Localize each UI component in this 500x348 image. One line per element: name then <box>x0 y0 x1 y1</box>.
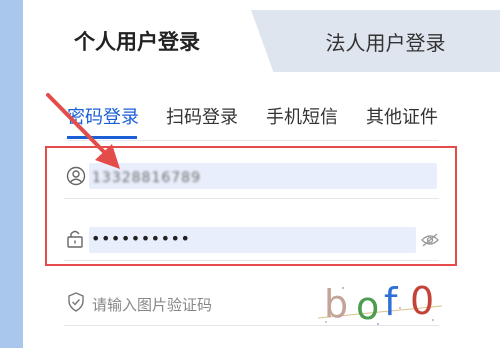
captcha-char: 0 <box>410 279 435 323</box>
captcha-char: f <box>384 280 398 324</box>
subtab-qr-login[interactable]: 扫码登录 <box>166 103 238 129</box>
captcha-image[interactable]: b o f 0 <box>318 278 442 332</box>
subtab-sms-login[interactable]: 手机短信 <box>266 103 338 129</box>
tab-personal-login[interactable]: 个人用户登录 <box>23 10 251 72</box>
tab-legal-login[interactable]: 法人用户登录 <box>251 10 500 72</box>
captcha-input[interactable]: 请输入图片验证码 <box>92 294 212 315</box>
shield-check-icon <box>67 292 85 316</box>
captcha-char: o <box>356 284 380 328</box>
subtab-other-id-login[interactable]: 其他证件 <box>366 103 438 129</box>
annotation-arrow-icon <box>46 93 120 169</box>
captcha-char: b <box>324 282 349 326</box>
captcha-divider <box>64 325 439 326</box>
